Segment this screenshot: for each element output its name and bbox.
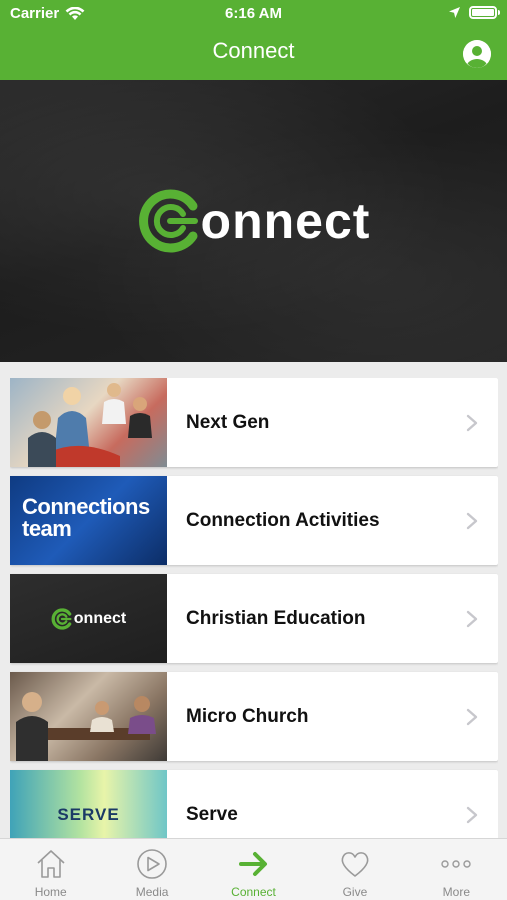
page-title: Connect — [212, 38, 295, 63]
play-icon — [137, 849, 167, 879]
connection-activities-thumbnail: Connections team — [10, 476, 167, 565]
house-icon — [37, 850, 65, 878]
connect-c-logo-icon — [51, 607, 72, 630]
tab-home[interactable]: Home — [0, 839, 101, 900]
tab-label: Home — [34, 885, 67, 899]
chevron-right-icon — [466, 610, 478, 627]
chevron-right-icon — [466, 708, 478, 725]
ellipsis-icon — [441, 860, 472, 868]
christian-education-thumbnail: onnect — [10, 574, 167, 663]
location-arrow-icon — [449, 7, 460, 18]
connect-logo: onnect — [137, 188, 371, 254]
tab-give[interactable]: Give — [304, 839, 405, 900]
status-time: 6:16 AM — [225, 5, 282, 22]
item-title: Serve — [186, 803, 238, 825]
tab-more[interactable]: More — [406, 839, 507, 900]
tab-bar: Home Media Connect Give More — [0, 838, 507, 900]
item-title: Micro Church — [186, 705, 309, 727]
header: Carrier 6:16 AM Connect — [0, 0, 507, 80]
serve-thumb-text: SERVE — [57, 804, 120, 824]
tab-label: Give — [342, 885, 368, 899]
thumb-logo-text: onnect — [73, 609, 127, 627]
list-item-micro-church[interactable]: Micro Church — [10, 672, 498, 761]
arrow-right-icon — [238, 852, 267, 876]
status-bar: Carrier 6:16 AM — [0, 0, 507, 28]
tab-connect[interactable]: Connect — [203, 839, 304, 900]
list-item-next-gen[interactable]: Next Gen — [10, 378, 498, 467]
tab-media[interactable]: Media — [101, 839, 202, 900]
serve-thumbnail: SERVE — [10, 770, 167, 838]
list-item-connection-activities[interactable]: Connections team Connection Activities — [10, 476, 498, 565]
list-item-serve[interactable]: SERVE Serve — [10, 770, 498, 838]
profile-button[interactable] — [463, 40, 491, 68]
item-title: Christian Education — [186, 607, 366, 629]
user-icon — [463, 40, 491, 68]
chevron-right-icon — [466, 512, 478, 529]
tab-label: Media — [135, 885, 169, 899]
hero-banner: onnect — [0, 80, 507, 362]
chevron-right-icon — [466, 806, 478, 823]
micro-church-thumbnail — [10, 672, 167, 761]
tab-label: Connect — [231, 885, 276, 899]
heart-icon — [341, 852, 369, 877]
connect-list: Next Gen Connections team Connection Act… — [10, 378, 498, 838]
chevron-right-icon — [466, 414, 478, 431]
item-title: Next Gen — [186, 411, 270, 433]
tab-label: More — [442, 885, 470, 899]
next-gen-thumbnail — [10, 378, 167, 467]
battery-icon — [469, 6, 500, 19]
connections-team-text: Connections team — [22, 494, 150, 541]
status-right — [448, 6, 500, 19]
connect-c-logo-icon — [138, 189, 198, 253]
list-item-christian-education[interactable]: onnect Christian Education — [10, 574, 498, 663]
item-title: Connection Activities — [186, 509, 380, 531]
hero-logo-text: onnect — [200, 193, 371, 249]
